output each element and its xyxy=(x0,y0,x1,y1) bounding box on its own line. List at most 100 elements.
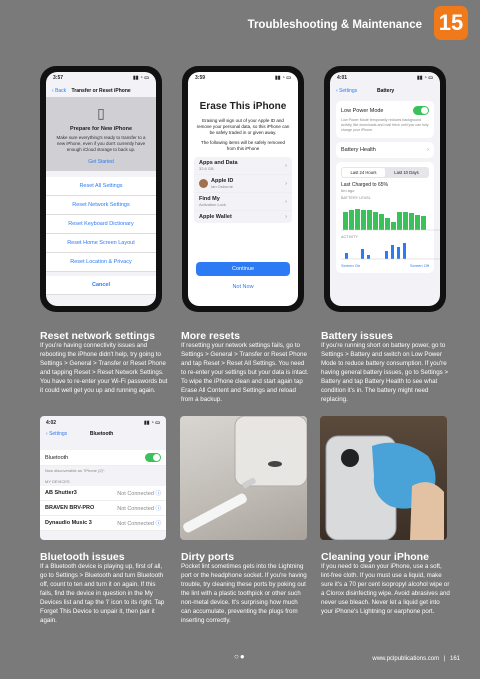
prepare-panel: ▯ Prepare for New iPhone Make sure every… xyxy=(46,97,156,171)
phone-and-cable-illustration xyxy=(183,416,307,533)
page-footer: www.pclpublications.com | 161 xyxy=(372,656,460,662)
info-icon[interactable]: ⓘ xyxy=(155,521,161,527)
prepare-text: Make sure everything's ready to transfer… xyxy=(56,135,146,152)
body-battery-issues: If you're running short on battery power… xyxy=(321,342,449,403)
battery-usage-card: Last 24 Hours Last 10 Days Last Charged … xyxy=(336,162,440,273)
nav-bar: ‹ Settings Battery xyxy=(330,85,440,97)
status-time: 4:02 xyxy=(46,420,57,426)
battery-screen: 4:01 ▮▮ ◔ ▭ ‹ Settings Battery Low Power … xyxy=(330,72,440,306)
page-number: 161 xyxy=(449,656,460,662)
chevron-right-icon: › xyxy=(285,214,287,220)
low-power-toggle[interactable] xyxy=(413,106,429,115)
back-button[interactable]: ‹ Settings xyxy=(46,431,67,437)
reset-all-settings-button[interactable]: Reset All Settings xyxy=(46,177,156,196)
item-subtitle: 32.6 GB xyxy=(199,166,214,171)
body-bluetooth-issues: If a Bluetooth device is playing up, fir… xyxy=(40,563,165,624)
item-subtitle: Activation Lock xyxy=(199,202,226,207)
nav-bar: ‹ Settings Bluetooth xyxy=(40,426,166,442)
low-power-label: Low Power Mode xyxy=(341,107,384,114)
back-button[interactable]: ‹ Back xyxy=(52,88,66,94)
device-name: Dynaudio Music 3 xyxy=(45,520,92,526)
device-row[interactable]: BRAVEN BRV-PRO Not Connected ⓘ xyxy=(40,501,166,516)
phone-screenshot-reset: 3:57 ▮▮ ◔ ▭ ‹ Back Transfer or Reset iPho… xyxy=(40,66,162,312)
erase-items-list: Apps and Data 32.6 GB › Apple ID Ian Osborn… xyxy=(194,157,292,223)
reset-home-screen-button[interactable]: Reset Home Screen Layout xyxy=(46,234,156,253)
prepare-title: Prepare for New iPhone xyxy=(69,126,133,132)
device-name: AB Shutter3 xyxy=(45,490,77,496)
device-status: Not Connected xyxy=(117,521,154,527)
back-label: Back xyxy=(55,88,67,94)
status-bar: 3:59 ▮▮ ◔ ▭ xyxy=(188,72,298,85)
chevron-right-icon: › xyxy=(285,162,287,169)
discoverable-text: Now discoverable as "iPhone (2)". xyxy=(45,468,106,473)
my-devices-header: MY DEVICES xyxy=(45,479,70,484)
low-power-card: Low Power Mode Low Power Mode temporaril… xyxy=(336,101,434,138)
footer-separator: | xyxy=(443,656,446,662)
list-item-find-my[interactable]: Find My Activation Lock › xyxy=(194,193,292,211)
status-bar: 3:57 ▮▮ ◔ ▭ xyxy=(46,72,156,85)
body-dirty-ports: Pocket lint sometimes gets into the Ligh… xyxy=(181,563,307,624)
battery-health-label: Battery Health xyxy=(341,147,376,153)
device-row[interactable]: AB Shutter3 Not Connected ⓘ xyxy=(40,486,166,501)
device-status: Not Connected xyxy=(117,506,154,512)
signal-icon: ▮▮ ◔ ▭ xyxy=(143,420,160,426)
get-started-link[interactable]: Get Started xyxy=(52,159,150,165)
activity-legend: Screen On Screen Off xyxy=(341,263,429,268)
page-dots: ○● xyxy=(234,652,246,661)
chapter-badge: 15 xyxy=(434,6,468,40)
info-icon[interactable]: ⓘ xyxy=(155,506,161,512)
signal-icon: ▮▮ ◔ ▭ xyxy=(274,75,291,81)
info-icon[interactable]: ⓘ xyxy=(155,491,161,497)
screen-on-label: Screen On xyxy=(341,263,361,268)
last-charged-time: 6m ago xyxy=(341,188,355,193)
cancel-button[interactable]: Cancel xyxy=(46,276,156,295)
screen-off-label: Screen Off xyxy=(409,263,429,268)
status-time: 3:57 xyxy=(53,75,64,81)
bluetooth-toggle[interactable] xyxy=(145,453,161,462)
signal-icon: ▮▮ ◔ ▭ xyxy=(416,75,433,81)
period-segmented-control: Last 24 Hours Last 10 Days xyxy=(341,167,429,178)
chevron-right-icon: › xyxy=(285,180,287,187)
status-bar: 4:02 ▮▮ ◔ ▭ xyxy=(40,416,166,426)
bluetooth-screenshot: 4:02 ▮▮ ◔ ▭ ‹ Settings Bluetooth Bluetoot… xyxy=(40,416,166,540)
list-item-apple-wallet[interactable]: Apple Wallet › xyxy=(194,211,292,223)
section-title: Troubleshooting & Maintenance xyxy=(247,19,422,31)
status-time: 3:59 xyxy=(195,75,206,81)
erase-screen: 3:59 ▮▮ ◔ ▭ Erase This iPhone Erasing wil… xyxy=(188,72,298,306)
device-row[interactable]: Dynaudio Music 3 Not Connected ⓘ xyxy=(40,516,166,531)
chevron-right-icon: › xyxy=(285,198,287,205)
erase-description: Erasing will sign out of your Apple ID a… xyxy=(196,118,290,135)
page-header: Troubleshooting & Maintenance 15 xyxy=(0,0,480,48)
device-name: BRAVEN BRV-PRO xyxy=(45,505,95,511)
bluetooth-toggle-row: Bluetooth xyxy=(40,450,166,466)
cleaning-iphone-photo xyxy=(320,416,447,540)
tab-last-24-hours[interactable]: Last 24 Hours xyxy=(342,168,385,177)
not-now-button[interactable]: Not Now xyxy=(188,284,298,290)
reset-location-privacy-button[interactable]: Reset Location & Privacy xyxy=(46,253,156,272)
list-item-apple-id[interactable]: Apple ID Ian Osborne › xyxy=(194,175,292,193)
back-label: Settings xyxy=(339,88,358,94)
battery-level-chart xyxy=(341,209,440,231)
device-status: Not Connected xyxy=(117,491,154,497)
reset-keyboard-dictionary-button[interactable]: Reset Keyboard Dictionary xyxy=(46,215,156,234)
status-bar: 4:01 ▮▮ ◔ ▭ xyxy=(330,72,440,85)
item-subtitle: Ian Osborne xyxy=(211,184,234,189)
continue-button[interactable]: Continue xyxy=(196,262,290,276)
avatar xyxy=(199,179,208,188)
phone-screenshot-battery: 4:01 ▮▮ ◔ ▭ ‹ Settings Battery Low Power … xyxy=(324,66,446,312)
item-title: Apple Wallet xyxy=(199,214,232,220)
reset-action-sheet: Reset All Settings Reset Network Setting… xyxy=(46,177,156,295)
bluetooth-label: Bluetooth xyxy=(45,454,69,461)
reset-network-settings-button[interactable]: Reset Network Settings xyxy=(46,196,156,215)
body-more-resets: If resetting your network settings fails… xyxy=(181,342,309,403)
erase-items-description: The following items will be safely remov… xyxy=(200,140,286,151)
back-button[interactable]: ‹ Settings xyxy=(336,88,357,94)
screen-title: Transfer or Reset iPhone xyxy=(71,88,131,94)
list-item-apps-data[interactable]: Apps and Data 32.6 GB › xyxy=(194,157,292,175)
screen-title: Battery xyxy=(376,88,395,94)
phone-transfer-icon: ▯ xyxy=(97,105,105,121)
cloth-and-phone-illustration xyxy=(325,435,444,540)
tab-last-10-days[interactable]: Last 10 Days xyxy=(385,168,428,177)
battery-health-row[interactable]: Battery Health › xyxy=(336,142,434,158)
chevron-right-icon: › xyxy=(427,147,429,153)
